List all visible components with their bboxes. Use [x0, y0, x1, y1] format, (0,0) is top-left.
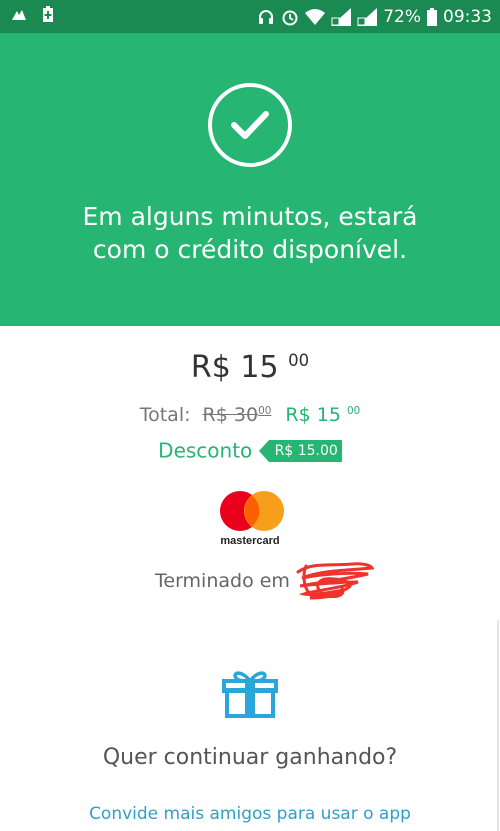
card-ending-label: Terminado em: [155, 570, 290, 592]
amount-paid: R$ 15 00: [0, 350, 500, 385]
clock: 09:33: [443, 6, 492, 27]
signal-icon: [331, 7, 352, 26]
headset-icon: [257, 8, 275, 26]
battery-percent: 72%: [383, 6, 421, 27]
old-price-cents: 00: [258, 404, 272, 417]
new-price-cents: 00: [346, 404, 361, 417]
amount-cents: 00: [288, 350, 310, 370]
wifi-icon: [305, 8, 326, 25]
invite-friends-link[interactable]: Convide mais amigos para usar o app: [0, 804, 500, 824]
scroll-indicator: [497, 620, 499, 831]
card-brand: mastercard: [220, 535, 280, 547]
discount-row: Desconto R$ 15.00: [0, 437, 500, 463]
discount-badge: R$ 15.00: [258, 439, 342, 462]
amount-main: R$ 15: [190, 350, 279, 385]
app-notification-icon: [10, 7, 28, 27]
total-row: Total: R$ 3000 R$ 15 00: [0, 404, 500, 426]
status-left: [10, 5, 54, 28]
total-label: Total:: [139, 404, 191, 426]
old-price-main: R$ 30: [202, 404, 259, 426]
status-bar: 72% 09:33: [0, 0, 500, 33]
redaction-scribble: [292, 556, 375, 607]
status-right: 72% 09:33: [257, 7, 492, 27]
gift-icon: [222, 668, 278, 723]
signal-icon-2: [357, 7, 378, 26]
check-circle-icon: [208, 83, 292, 167]
alarm-icon: [281, 8, 299, 26]
discount-label: Desconto: [158, 438, 253, 463]
battery-icon: [427, 7, 437, 26]
new-price-main: R$ 15: [285, 404, 341, 426]
success-banner: Em alguns minutos, estará com o crédito …: [0, 33, 500, 326]
battery-saver-icon: [42, 5, 54, 28]
success-message: Em alguns minutos, estará com o crédito …: [82, 202, 418, 264]
new-price: R$ 15 00: [285, 404, 360, 426]
old-price: R$ 3000: [203, 404, 272, 426]
promo-title: Quer continuar ganhando?: [102, 745, 398, 770]
mastercard-logo: mastercard: [210, 489, 290, 551]
mastercard-circles-icon: [215, 489, 285, 533]
card-ending: Terminado em: [155, 561, 375, 599]
